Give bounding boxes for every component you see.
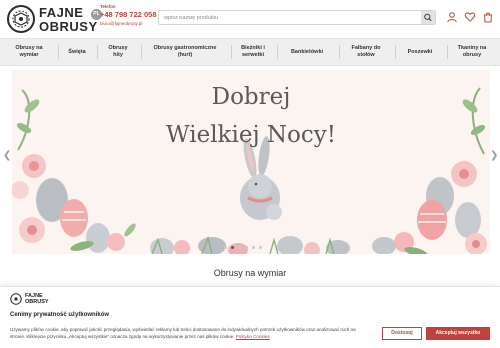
nav-item-label: Obrusy na [15, 45, 43, 51]
carousel-dot-active[interactable] [231, 246, 234, 249]
cookie-body-line1: Używamy plików cookie, aby poprawić jako… [10, 327, 316, 332]
nav-divider [447, 45, 448, 59]
nav-divider [395, 45, 396, 59]
nav-item-label: serwetki [241, 52, 264, 58]
nav-item-tkaniny[interactable]: Tkaniny na obrusy [449, 39, 495, 65]
nav-item-label: Bieżniki i [241, 45, 265, 51]
user-icon[interactable] [446, 11, 458, 23]
nav-divider [141, 45, 142, 59]
banner-headline-line1: Dobrej [211, 84, 291, 110]
carousel-dot[interactable] [259, 246, 262, 249]
cookie-customize-button[interactable]: Dostosuj [382, 327, 422, 340]
carousel-dot[interactable] [245, 246, 248, 249]
logo-emblem-icon [10, 293, 22, 305]
nav-item-label: Obrusy gastronomiczne [153, 45, 217, 51]
nav-item-label: Poszewki [407, 48, 433, 55]
hero-banner[interactable]: Dobrej Wielkiej Nocy! [12, 70, 490, 254]
cookie-consent-panel: FAJNE OBRUSY Cenimy prywatność użytkowni… [0, 286, 500, 348]
nav-divider [231, 45, 232, 59]
search-bar [158, 10, 436, 25]
main-nav: Obrusy na wymiar Święta Obrusy hity Obrusy… [0, 38, 500, 66]
nav-item-label: Bankietówki [290, 48, 324, 55]
phone-number[interactable]: +48 798 722 058 [100, 10, 160, 20]
nav-item-bankietowki[interactable]: Bankietówki [279, 39, 335, 65]
nav-item-swieta[interactable]: Święta [60, 39, 94, 65]
carousel-dot[interactable] [252, 246, 255, 249]
cookie-accept-all-button[interactable]: Akceptuj wszystko [426, 327, 490, 340]
logo-line1: FAJNE [39, 5, 84, 20]
nav-item-falbany[interactable]: Falbany do stołów [341, 39, 391, 65]
heart-icon[interactable] [464, 11, 476, 23]
carousel-next-icon[interactable]: ❯ [490, 150, 498, 161]
nav-item-label: Falbany do [351, 45, 381, 51]
nav-item-obrusy-hity[interactable]: Obrusy hity [99, 39, 137, 65]
banner-headline-line2: Wielkiej Nocy! [166, 122, 336, 148]
nav-item-label: hity [113, 52, 123, 58]
carousel-dot[interactable] [224, 246, 227, 249]
logo[interactable]: FAJNE OBRUSY PL [6, 4, 102, 34]
email-link[interactable]: biuro@fajneobrusy.pl [100, 20, 160, 27]
nav-divider [97, 45, 98, 59]
nav-item-label: Święta [68, 48, 86, 55]
carousel-dots [224, 246, 262, 249]
nav-item-obrusy-na-wymiar[interactable]: Obrusy na wymiar [4, 39, 54, 65]
nav-item-label: stołów [357, 52, 375, 58]
nav-item-poszewki[interactable]: Poszewki [397, 39, 443, 65]
nav-divider [339, 45, 340, 59]
carousel-dot[interactable] [238, 246, 241, 249]
nav-item-biezniki[interactable]: Bieżniki i serwetki [233, 39, 273, 65]
nav-item-label: obrusy [462, 52, 482, 58]
cookie-logo-line2: OBRUSY [25, 299, 49, 305]
cookie-body: Używamy plików cookie, aby poprawić jako… [10, 326, 368, 340]
search-icon [424, 13, 432, 22]
cookie-title: Cenimy prywatność użytkowników [10, 312, 110, 318]
nav-divider [277, 45, 278, 59]
nav-item-label: (hurt) [177, 52, 193, 58]
section-title: Obrusy na wymiar [213, 268, 287, 278]
cart-icon[interactable] [482, 11, 494, 23]
site-header: FAJNE OBRUSY PL Telefon +48 798 722 058 … [0, 0, 500, 38]
search-input[interactable] [159, 11, 421, 24]
logo-line2: OBRUSY [39, 19, 98, 34]
cookie-logo: FAJNE OBRUSY [10, 292, 50, 306]
nav-item-label: Obrusy [108, 45, 128, 51]
nav-divider [58, 45, 59, 59]
nav-item-label: Tkaniny na [457, 45, 487, 51]
cookie-policy-link[interactable]: Polityka Cookies [236, 334, 270, 339]
contact-info: Telefon +48 798 722 058 biuro@fajneobrus… [100, 4, 160, 27]
logo-emblem-icon [7, 5, 35, 33]
nav-item-label: wymiar [19, 52, 39, 58]
carousel-prev-icon[interactable]: ❮ [3, 150, 11, 161]
nav-item-obrusy-gastronomiczne[interactable]: Obrusy gastronomiczne (hurt) [143, 39, 227, 65]
search-button[interactable] [421, 11, 435, 24]
